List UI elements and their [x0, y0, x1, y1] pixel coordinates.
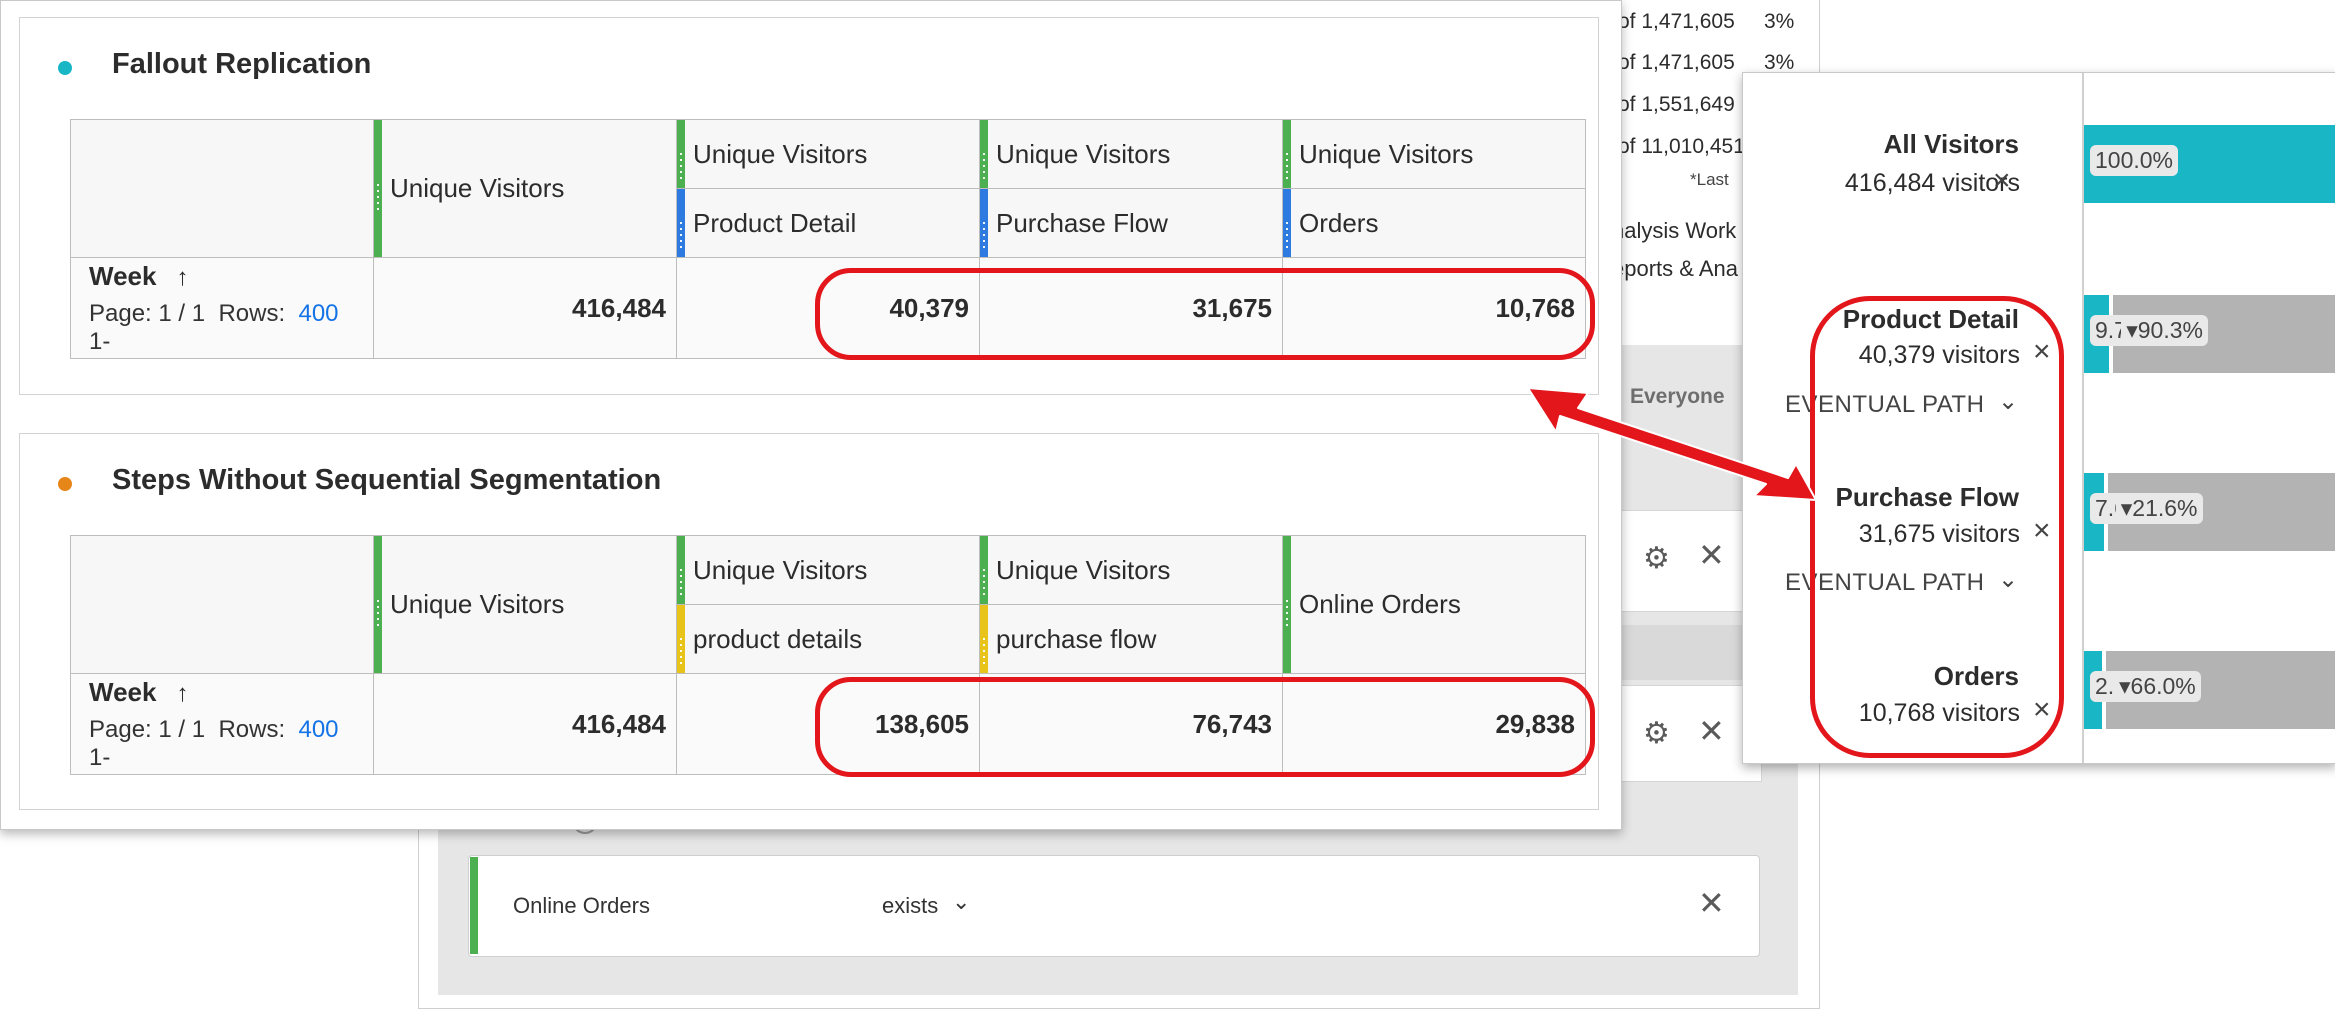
bg-total-text: of 1,471,605 — [1618, 10, 1735, 33]
segment-label: Product Detail — [693, 207, 857, 238]
metric-label: Unique Visitors — [996, 554, 1171, 585]
bg-footnote: *Last — [1690, 170, 1729, 189]
bg-total-text: of 1,551,649 — [1618, 93, 1735, 116]
segment-label: product details — [693, 623, 863, 654]
gear-icon[interactable]: ⚙ — [1643, 541, 1670, 576]
page-indicator: Page: 1 / 1 — [89, 299, 206, 327]
rule-operator-dropdown[interactable]: exists — [882, 893, 938, 919]
online-orders-rule[interactable] — [468, 855, 1760, 957]
segment-drag-handle[interactable] — [980, 605, 988, 673]
column-drag-handle[interactable] — [677, 536, 685, 604]
panel-title: Steps Without Sequential Segmentation — [112, 464, 662, 496]
column-drag-handle[interactable] — [374, 536, 382, 673]
bg-link-analysis-workspace[interactable]: nalysis Work — [1612, 218, 1736, 244]
fallout-drop-chip: ▾66.0% — [2114, 671, 2201, 702]
close-icon[interactable]: ✕ — [1698, 536, 1725, 574]
bg-total-text: of 1,471,605 — [1618, 51, 1735, 74]
bg-link-reports-analytics[interactable]: eports & Ana — [1612, 256, 1738, 282]
segment-header[interactable]: Product Detail — [676, 188, 980, 258]
table-cell-value: 416,484 — [373, 673, 677, 775]
column-header[interactable]: Unique Visitors — [1282, 119, 1586, 189]
metric-label: Unique Visitors — [693, 554, 868, 585]
panel-color-dot — [58, 477, 72, 491]
fallout-drop-chip: ▾90.3% — [2121, 315, 2208, 346]
dimension-label[interactable]: Week — [89, 261, 156, 291]
column-drag-handle[interactable] — [677, 120, 685, 188]
panel-title: Fallout Replication — [112, 48, 372, 80]
chevron-down-icon[interactable]: ⌄ — [952, 889, 970, 915]
column-drag-handle[interactable] — [374, 120, 382, 257]
page-indicator: Page: 1 / 1 — [89, 715, 206, 743]
column-header[interactable]: Online Orders — [1282, 535, 1586, 674]
bg-percent-text: 3% — [1764, 10, 1795, 33]
fallout-percent-chip: 100.0% — [2090, 145, 2179, 176]
highlight-oval — [1810, 296, 2064, 758]
metric-label: Unique Visitors — [390, 589, 565, 619]
column-header[interactable]: Unique Visitors — [979, 535, 1283, 605]
segment-drag-handle[interactable] — [1283, 189, 1291, 257]
panel-color-dot — [58, 61, 72, 75]
dimension-label[interactable]: Week — [89, 677, 156, 707]
metric-label: Unique Visitors — [693, 138, 868, 169]
drag-handle[interactable] — [470, 857, 478, 954]
segment-header[interactable]: Purchase Flow — [979, 188, 1283, 258]
table-corner — [70, 535, 374, 674]
column-header[interactable]: Unique Visitors — [676, 535, 980, 605]
sort-arrow-icon[interactable]: ↑ — [176, 680, 188, 707]
rows-label: Rows: — [218, 299, 286, 327]
column-drag-handle[interactable] — [980, 536, 988, 604]
close-icon[interactable]: ✕ — [1698, 712, 1725, 750]
dimension-header: Week ↑ Page: 1 / 1 Rows: 400 1- — [70, 257, 374, 359]
column-header[interactable]: Unique Visitors — [979, 119, 1283, 189]
dimension-header: Week ↑ Page: 1 / 1 Rows: 400 1- — [70, 673, 374, 775]
column-drag-handle[interactable] — [1283, 120, 1291, 188]
highlight-oval — [815, 268, 1595, 360]
segment-header[interactable]: Orders — [1282, 188, 1586, 258]
column-drag-handle[interactable] — [1283, 536, 1291, 673]
row-range: 1- — [89, 327, 111, 355]
fallout-step-label: All Visitors — [1883, 129, 2019, 159]
segment-header[interactable]: product details — [676, 604, 980, 674]
close-icon[interactable]: ✕ — [1698, 884, 1725, 922]
double-arrow-icon — [1527, 387, 1817, 501]
table-corner — [70, 119, 374, 258]
rows-label: Rows: — [218, 715, 286, 743]
segment-drag-handle[interactable] — [677, 605, 685, 673]
bg-total-text: of 11,010,451 — [1618, 135, 1745, 158]
metric-label: Unique Visitors — [390, 173, 565, 203]
gear-icon[interactable]: ⚙ — [1643, 716, 1670, 751]
column-drag-handle[interactable] — [980, 120, 988, 188]
close-icon[interactable]: × — [1993, 164, 2011, 198]
segment-drag-handle[interactable] — [980, 189, 988, 257]
segment-label: purchase flow — [996, 623, 1157, 654]
segment-label: Purchase Flow — [996, 207, 1168, 238]
table-cell-value: 416,484 — [373, 257, 677, 359]
fallout-drop-chip: ▾21.6% — [2115, 493, 2203, 524]
metric-label: Unique Visitors — [996, 138, 1171, 169]
column-header[interactable]: Unique Visitors — [373, 119, 677, 258]
segment-header[interactable]: purchase flow — [979, 604, 1283, 674]
column-header[interactable]: Unique Visitors — [676, 119, 980, 189]
sort-arrow-icon[interactable]: ↑ — [176, 264, 188, 291]
metric-label: Unique Visitors — [1299, 138, 1474, 169]
metric-label: Online Orders — [1299, 589, 1461, 619]
row-range: 1- — [89, 743, 111, 771]
column-header[interactable]: Unique Visitors — [373, 535, 677, 674]
rule-metric-label: Online Orders — [513, 893, 650, 918]
fallout-step-visitors: 416,484 visitors — [1844, 169, 2020, 197]
rows-per-page-select[interactable]: 400 — [298, 716, 338, 743]
segment-drag-handle[interactable] — [677, 189, 685, 257]
rows-per-page-select[interactable]: 400 — [298, 300, 338, 327]
segment-label: Orders — [1299, 207, 1379, 238]
highlight-oval — [815, 677, 1595, 777]
